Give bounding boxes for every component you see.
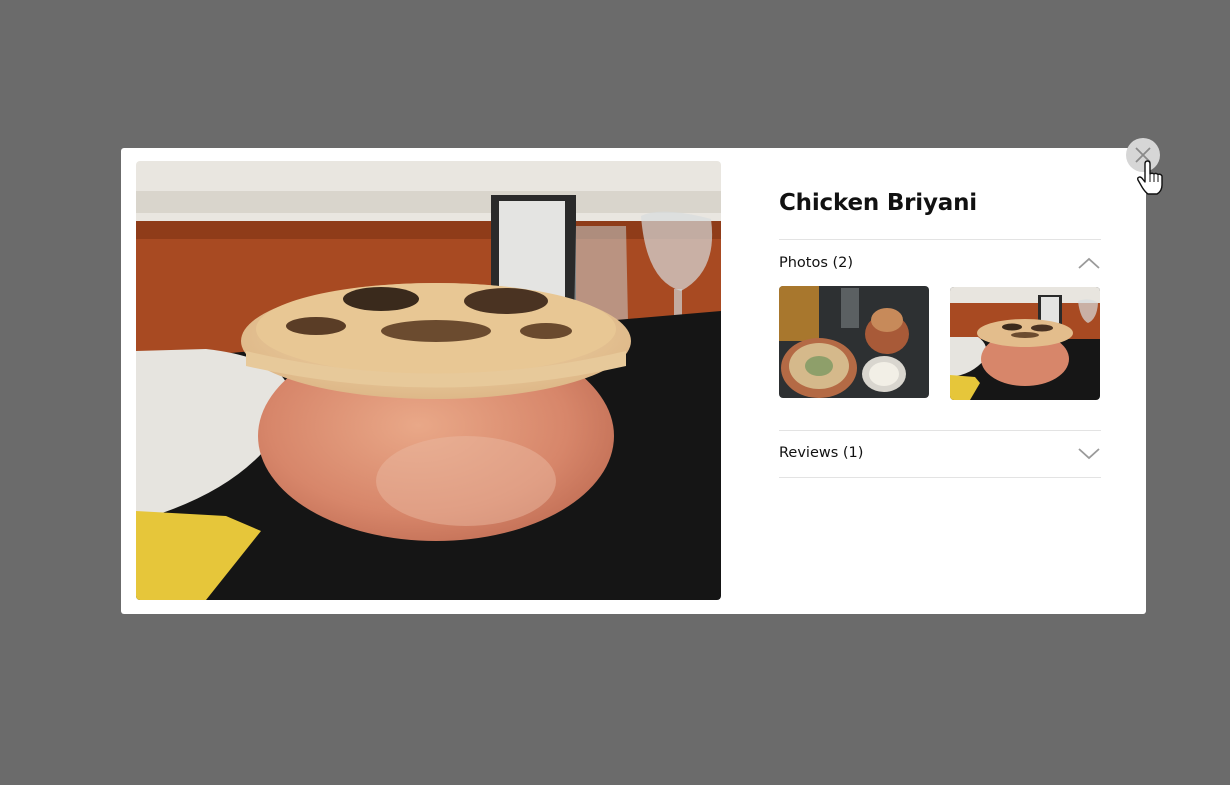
chevron-up-icon	[1078, 257, 1100, 269]
dish-modal: Chicken Briyani Photos (2) Reviews (1)	[121, 148, 1146, 614]
photo-thumbnails	[779, 286, 1101, 400]
hero-image	[136, 161, 721, 600]
chevron-down-icon	[1078, 448, 1100, 460]
divider	[779, 477, 1101, 478]
reviews-section-label: Reviews (1)	[779, 445, 864, 461]
photo-thumbnail-1[interactable]	[779, 286, 929, 398]
divider	[779, 430, 1101, 431]
close-icon	[1135, 147, 1151, 163]
reviews-section-toggle[interactable]: Reviews (1)	[779, 442, 1101, 464]
photos-section-label: Photos (2)	[779, 255, 854, 271]
photos-section-toggle[interactable]: Photos (2)	[779, 252, 1101, 274]
divider	[779, 239, 1101, 240]
dish-title: Chicken Briyani	[779, 190, 977, 216]
close-button[interactable]	[1126, 138, 1160, 172]
photo-thumbnail-2[interactable]	[950, 287, 1100, 400]
